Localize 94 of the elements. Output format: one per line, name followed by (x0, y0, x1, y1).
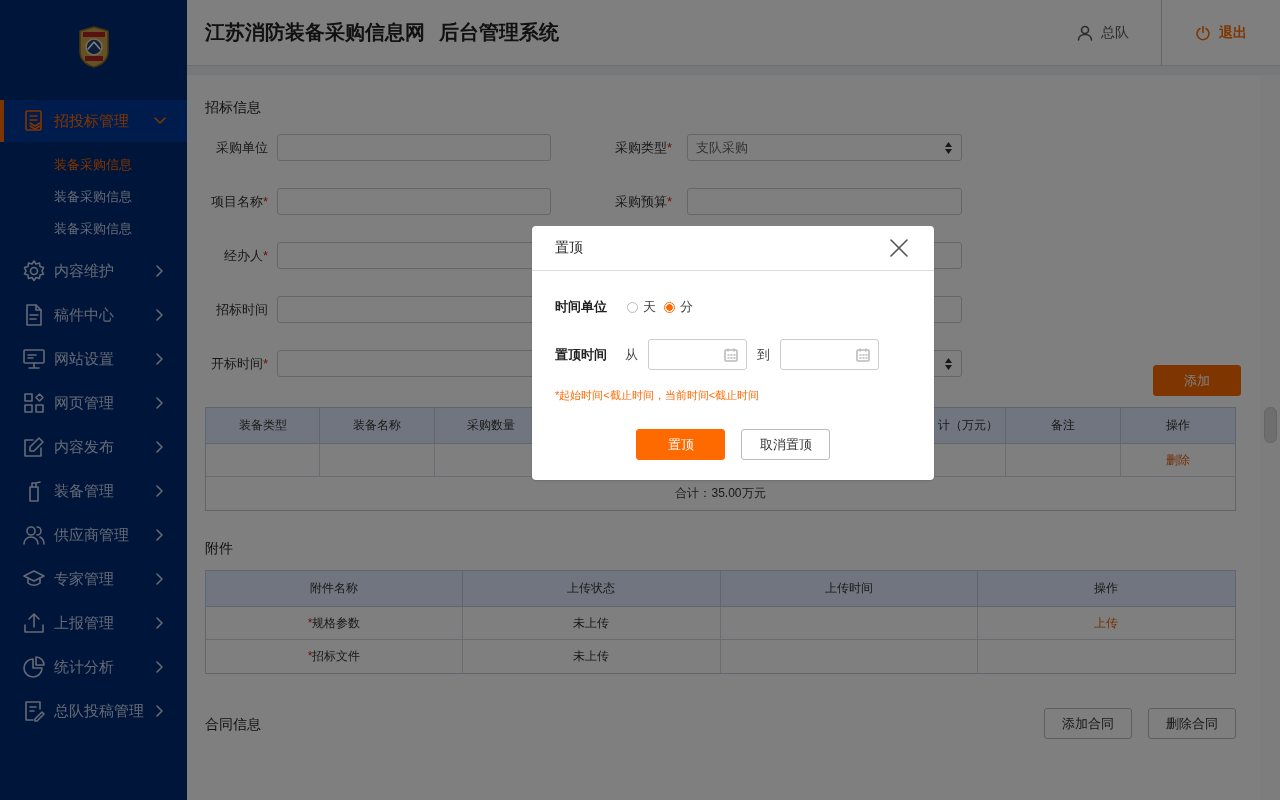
total-text: 合计：35.00万元 (675, 485, 766, 502)
contract-button[interactable]: 添加合同 (1044, 708, 1132, 739)
logout-button[interactable]: 退出 (1161, 0, 1280, 66)
dialog-title: 置顶 (555, 239, 583, 257)
cancel-button[interactable]: 取消置顶 (741, 429, 830, 460)
menu-label: 总队投稿管理 (54, 701, 145, 721)
close-icon[interactable] (890, 239, 908, 257)
menu-label: 网站设置 (54, 349, 115, 369)
field-label: 置顶时间 (555, 345, 607, 364)
input-field[interactable] (277, 134, 551, 161)
column-header: 上传状态 (463, 571, 721, 607)
sidebar-item[interactable]: 招投标管理 (0, 100, 187, 142)
sidebar-item[interactable]: 稿件中心 (0, 293, 187, 337)
pie-chart-icon (22, 655, 46, 679)
range-label: 从 (625, 345, 638, 364)
sidebar-item[interactable]: 内容发布 (0, 425, 187, 469)
delete-link[interactable]: 删除 (1165, 451, 1190, 469)
radio-button[interactable] (664, 301, 675, 313)
table-cell: 未上传 (573, 648, 610, 665)
column-header: 操作 (1120, 408, 1235, 444)
radio-label: 分 (680, 298, 693, 316)
date-field[interactable] (648, 339, 747, 370)
system-title: 后台管理系统 (439, 19, 559, 46)
upload-icon (22, 611, 46, 635)
menu-label: 上报管理 (54, 613, 115, 633)
column-header: 上传时间 (720, 571, 978, 607)
column-header: 附件名称 (206, 571, 464, 607)
sort-arrows-icon (944, 356, 953, 371)
select-field[interactable]: 支队采购 (687, 134, 962, 161)
submenu-item[interactable]: 装备采购信息 (0, 149, 132, 181)
menu-label: 内容发布 (54, 437, 115, 457)
field-label: 采购预算* (614, 193, 672, 209)
user-menu[interactable]: 总队 (1077, 23, 1129, 42)
sidebar-item[interactable]: 网页管理 (0, 381, 187, 425)
site-title: 江苏消防装备采购信息网 (205, 19, 425, 46)
date-field[interactable] (780, 339, 879, 370)
calendar-icon (856, 347, 870, 362)
menu-label: 稿件中心 (54, 305, 115, 325)
sidebar-item[interactable]: 装备管理 (0, 469, 187, 513)
sidebar-item[interactable]: 专家管理 (0, 557, 187, 601)
add-button[interactable]: 添加 (1153, 365, 1241, 396)
monitor-icon (22, 347, 46, 371)
menu-label: 统计分析 (54, 657, 115, 677)
menu-label: 网页管理 (54, 393, 115, 413)
users-icon (22, 523, 46, 547)
column-header: 装备名称 (320, 408, 435, 444)
hint-text: *起始时间<截止时间，当前时间<截止时间 (555, 388, 760, 403)
submenu-item[interactable]: 装备采购信息 (0, 213, 132, 245)
logout-label: 退出 (1219, 23, 1247, 42)
field-label: 经办人* (223, 247, 268, 263)
user-icon (1077, 24, 1093, 41)
field-label: 开标时间* (210, 355, 268, 371)
upload-link[interactable]: 上传 (1094, 614, 1119, 632)
column-header: 备注 (1006, 408, 1121, 444)
sidebar-item[interactable]: 网站设置 (0, 337, 187, 381)
menu-label: 招投标管理 (54, 111, 130, 131)
select-value: 支队采购 (696, 138, 748, 157)
range-label: 到 (757, 345, 770, 364)
section-title: 附件 (205, 539, 233, 558)
input-field[interactable] (687, 188, 962, 215)
contract-button[interactable]: 删除合同 (1148, 708, 1236, 739)
column-header: 装备类型 (206, 408, 321, 444)
user-name: 总队 (1101, 23, 1129, 42)
sidebar-item[interactable]: 总队投稿管理 (0, 689, 187, 733)
menu-label: 装备管理 (54, 481, 115, 501)
table-cell: *规格参数 (307, 614, 361, 632)
field-label: 时间单位 (555, 298, 607, 316)
submenu-item[interactable]: 装备采购信息 (0, 181, 132, 213)
table-cell: 未上传 (573, 614, 610, 632)
sidebar-item[interactable]: 供应商管理 (0, 513, 187, 557)
sort-arrows-icon (944, 140, 953, 155)
menu-label: 内容维护 (54, 261, 115, 281)
section-title: 招标信息 (205, 98, 261, 117)
field-label: 招标时间 (216, 301, 268, 317)
sidebar-item[interactable]: 统计分析 (0, 645, 187, 689)
edit-icon (22, 435, 46, 459)
field-label: 采购类型* (614, 139, 672, 155)
input-field[interactable] (277, 188, 551, 215)
power-icon (1195, 24, 1211, 41)
field-label: 采购单位 (216, 139, 268, 155)
section-title: 合同信息 (205, 714, 262, 734)
menu-label: 专家管理 (54, 569, 115, 589)
sidebar-item[interactable]: 上报管理 (0, 601, 187, 645)
menu-label: 供应商管理 (54, 525, 130, 545)
table-cell: *招标文件 (307, 648, 361, 665)
pin-button[interactable]: 置顶 (636, 429, 725, 460)
list-edit-icon (22, 699, 46, 723)
sidebar-item[interactable]: 内容维护 (0, 249, 187, 293)
field-label: 项目名称* (210, 193, 268, 209)
grid-icon (22, 391, 46, 415)
column-header: 操作 (977, 571, 1235, 607)
gear-icon (22, 259, 46, 283)
radio-label: 天 (643, 298, 656, 316)
calendar-icon (724, 347, 738, 362)
